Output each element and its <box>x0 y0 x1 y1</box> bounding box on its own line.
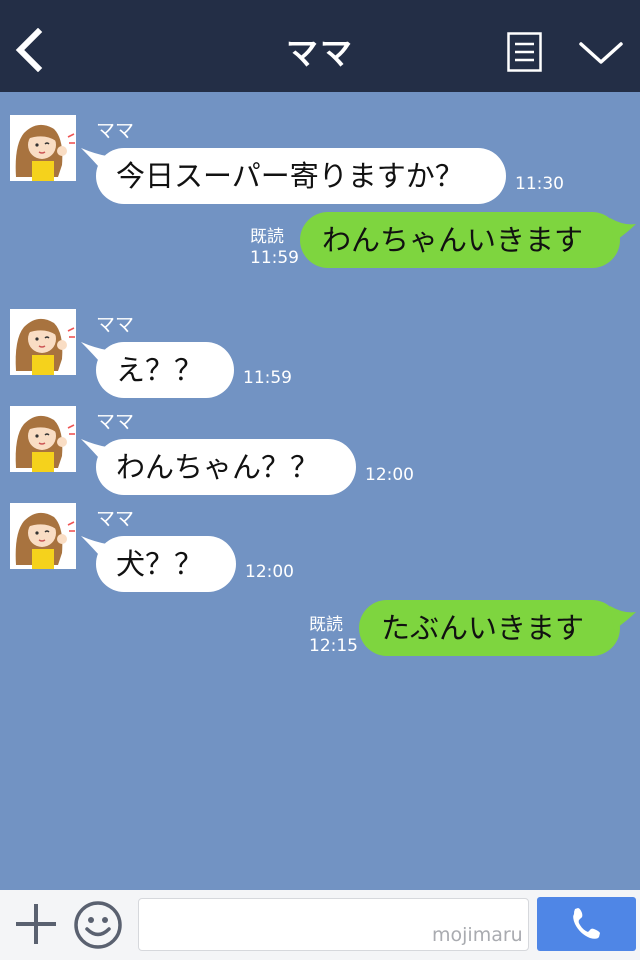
chevron-down-icon <box>579 42 623 64</box>
incoming-bubble[interactable]: 犬？？ <box>81 536 236 592</box>
message-text: 今日スーパー寄りますか？ <box>116 159 464 193</box>
chevron-left-icon <box>15 27 43 73</box>
mom-avatar-icon <box>10 309 76 375</box>
sender-name: ママ <box>96 314 135 336</box>
emoji-button[interactable] <box>73 900 123 950</box>
message-text: 犬？？ <box>116 547 204 581</box>
collapse-button[interactable] <box>578 36 624 68</box>
message-text: わんちゃんいきます <box>322 223 584 257</box>
message-text: たぶんいきます <box>381 611 585 645</box>
message-time: 12:00 <box>365 465 414 485</box>
message-time: 12:15 <box>309 636 358 656</box>
sender-name: ママ <box>96 411 135 433</box>
call-button[interactable] <box>537 897 636 951</box>
mom-avatar-icon <box>10 406 76 472</box>
message-time: 11:30 <box>515 174 564 194</box>
outgoing-bubble[interactable]: わんちゃんいきます <box>300 212 636 268</box>
sender-name: ママ <box>96 508 135 530</box>
mom-avatar-icon <box>10 503 76 569</box>
avatar[interactable] <box>10 309 76 375</box>
plus-icon <box>16 904 56 944</box>
avatar[interactable] <box>10 503 76 569</box>
message-time: 11:59 <box>250 248 299 268</box>
add-button[interactable] <box>14 902 58 946</box>
emoji-icon <box>74 901 122 949</box>
menu-button[interactable] <box>507 32 542 72</box>
header-bar: ママ <box>0 0 640 92</box>
incoming-bubble[interactable]: 今日スーパー寄りますか？ <box>81 148 506 204</box>
read-receipt: 既読 <box>309 615 343 635</box>
document-list-icon <box>507 32 542 72</box>
back-button[interactable] <box>12 27 52 73</box>
avatar[interactable] <box>10 406 76 472</box>
message-text: え？？ <box>116 353 204 387</box>
message-time: 12:00 <box>245 562 294 582</box>
sender-name: ママ <box>96 120 135 142</box>
incoming-bubble[interactable]: え？？ <box>81 342 234 398</box>
outgoing-bubble[interactable]: たぶんいきます <box>359 600 636 656</box>
message-text: わんちゃん？？ <box>116 450 320 484</box>
message-time: 11:59 <box>243 368 292 388</box>
phone-icon <box>573 908 600 939</box>
chat-area[interactable]: ママ 今日スーパー寄りますか？ 11:30 既読 11:59 わんちゃんいきます… <box>0 92 640 890</box>
avatar[interactable] <box>10 115 76 181</box>
mom-avatar-icon <box>10 115 76 181</box>
chat-title: ママ <box>285 34 354 72</box>
incoming-bubble[interactable]: わんちゃん？？ <box>81 439 356 495</box>
watermark: mojimaru <box>432 924 523 946</box>
read-receipt: 既読 <box>250 227 284 247</box>
